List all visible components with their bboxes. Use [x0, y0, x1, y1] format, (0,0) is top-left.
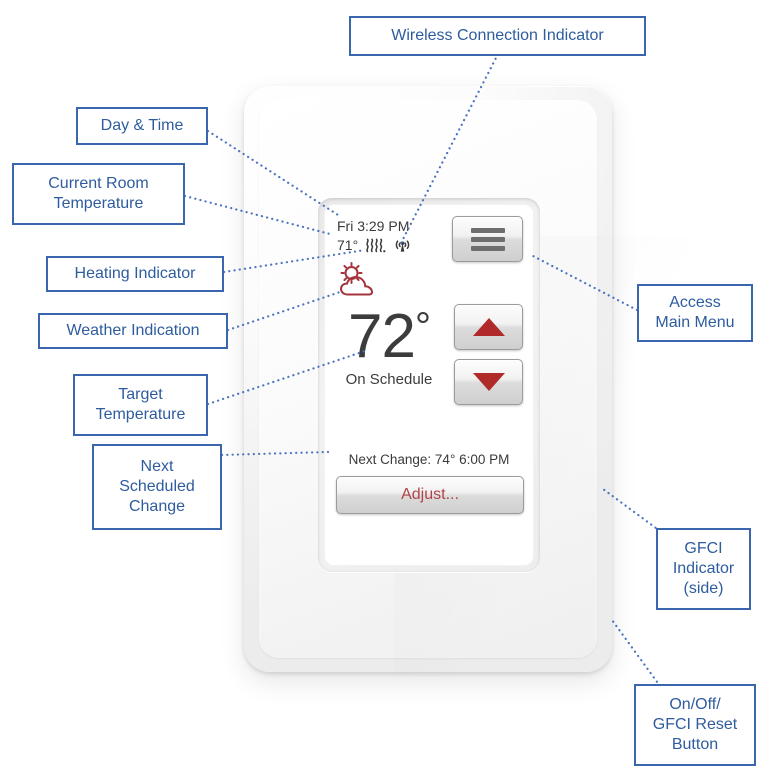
- callout-next-scheduled-change: Next Scheduled Change: [92, 444, 222, 530]
- callout-onoff-gfci-reset-button: On/Off/ GFCI Reset Button: [634, 684, 756, 766]
- sun-behind-cloud-icon: [336, 262, 386, 300]
- callout-wireless-indicator: Wireless Connection Indicator: [349, 16, 646, 56]
- room-status-row: 71°: [337, 236, 412, 254]
- triangle-down-icon: [472, 373, 505, 391]
- degree-symbol: °: [414, 305, 431, 349]
- hamburger-menu-icon: [470, 224, 505, 255]
- triangle-up-icon: [472, 318, 505, 336]
- callout-gfci-indicator: GFCI Indicator (side): [656, 528, 751, 610]
- callout-current-room-temperature: Current Room Temperature: [12, 163, 185, 225]
- callout-weather-indication: Weather Indication: [38, 313, 228, 349]
- temperature-stepper: [454, 304, 523, 405]
- callout-access-main-menu: Access Main Menu: [637, 284, 753, 342]
- thermostat-screen: Fri 3:29 PM 71° 72° On Schedule Next Cha…: [324, 204, 534, 566]
- next-change-text: Next Change: 74° 6:00 PM: [348, 452, 510, 467]
- current-room-temperature: 71°: [337, 237, 359, 253]
- heat-waves-icon: [365, 238, 386, 253]
- adjust-button[interactable]: Adjust...: [336, 476, 524, 514]
- callout-target-temperature: Target Temperature: [73, 374, 208, 436]
- status-column: Fri 3:29 PM 71°: [337, 217, 412, 254]
- thermostat-body: Fri 3:29 PM 71° 72° On Schedule Next Cha…: [244, 86, 694, 676]
- diagram-canvas: Fri 3:29 PM 71° 72° On Schedule Next Cha…: [0, 0, 765, 772]
- schedule-status: On Schedule: [345, 371, 433, 388]
- temperature-down-button[interactable]: [454, 359, 523, 405]
- screen-bezel: Fri 3:29 PM 71° 72° On Schedule Next Cha…: [318, 198, 540, 572]
- leader-gfci: [601, 487, 666, 536]
- target-temperature-value: 72: [348, 302, 416, 371]
- wireless-antenna-icon: [393, 238, 412, 253]
- callout-heating-indicator: Heating Indicator: [46, 256, 224, 292]
- leader-onoff: [610, 618, 662, 688]
- day-time-text: Fri 3:29 PM: [337, 218, 410, 234]
- target-temperature: 72°: [324, 305, 454, 368]
- target-temperature-block: 72° On Schedule: [324, 305, 454, 389]
- main-menu-button[interactable]: [452, 216, 523, 262]
- temperature-up-button[interactable]: [454, 304, 523, 350]
- callout-day-time: Day & Time: [76, 107, 208, 145]
